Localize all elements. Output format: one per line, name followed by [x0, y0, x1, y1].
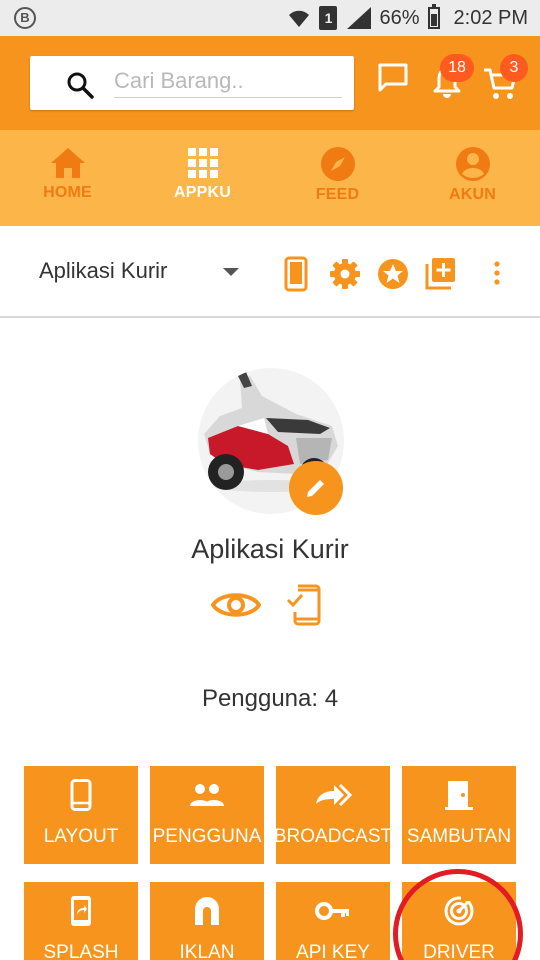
door-icon	[445, 781, 473, 810]
battery-icon	[427, 4, 440, 29]
tile-layout-label: LAYOUT	[43, 826, 119, 847]
star-icon[interactable]	[377, 258, 409, 290]
tile-sambutan-label: SAMBUTAN	[406, 826, 512, 847]
tile-broadcast-label: BROADCAST	[273, 826, 393, 847]
dropdown-caret-icon[interactable]	[223, 268, 239, 276]
nav-appku[interactable]: APPKU	[135, 130, 270, 226]
nav-appku-label: APPKU	[173, 184, 231, 201]
nav-home-label: HOME	[43, 184, 92, 201]
grid-apps-icon	[187, 148, 218, 178]
app-dropdown[interactable]: Aplikasi Kurir	[39, 258, 167, 284]
chat-icon[interactable]	[376, 60, 410, 94]
tile-iklan-label: IKLAN	[179, 942, 235, 960]
nav-feed[interactable]: FEED	[270, 130, 405, 226]
people-icon	[190, 784, 224, 806]
forward-arrows-icon	[316, 783, 352, 807]
pencil-icon	[307, 480, 324, 497]
settings-gear-icon[interactable]	[329, 258, 361, 290]
wifi-icon	[289, 10, 310, 27]
users-count: Pengguna: 4	[201, 685, 339, 712]
nav-home[interactable]: HOME	[0, 130, 135, 226]
account-icon	[455, 147, 490, 181]
signal-icon	[347, 7, 372, 29]
nav-akun-label: AKUN	[448, 186, 497, 203]
top-header: 18 3	[0, 36, 540, 130]
search-input[interactable]	[114, 64, 342, 98]
tile-sambutan[interactable]: SAMBUTAN	[402, 766, 516, 864]
edit-avatar-button[interactable]	[289, 461, 343, 515]
tile-broadcast[interactable]: BROADCAST	[273, 766, 393, 864]
tile-layout[interactable]: LAYOUT	[24, 766, 138, 864]
notifications-badge: 18	[440, 54, 474, 82]
app-title: Aplikasi Kurir	[191, 534, 349, 564]
tile-api-key[interactable]: API KEY	[276, 882, 390, 960]
phone-icon	[70, 779, 92, 811]
phone-check-icon[interactable]	[286, 584, 322, 626]
app-selector-bar: Aplikasi Kurir	[0, 226, 540, 318]
sim-icon: 1	[319, 6, 338, 30]
tile-splash[interactable]: SPLASH	[24, 882, 138, 960]
tile-api-key-label: API KEY	[296, 942, 370, 960]
phone-preview-icon[interactable]	[284, 256, 308, 292]
compass-icon	[320, 147, 355, 181]
tile-splash-label: SPLASH	[43, 942, 119, 960]
notification-b-icon: B	[14, 7, 36, 29]
key-icon	[315, 902, 349, 920]
ad-icon	[195, 897, 219, 925]
add-library-icon[interactable]	[425, 256, 457, 290]
main-nav: HOME APPKU FEED AKUN	[0, 130, 540, 226]
tile-pengguna[interactable]: PENGGUNA	[150, 766, 264, 864]
tile-iklan[interactable]: IKLAN	[150, 882, 264, 960]
phone-forward-icon	[71, 896, 91, 926]
nav-akun[interactable]: AKUN	[405, 130, 540, 226]
more-vert-icon[interactable]	[493, 260, 501, 286]
tile-pengguna-label: PENGGUNA	[152, 826, 262, 847]
search-box[interactable]	[30, 56, 354, 110]
eye-icon[interactable]	[211, 588, 261, 622]
status-bar: B 1 66% 2:02 PM	[0, 0, 540, 36]
search-icon	[67, 72, 94, 99]
cart-badge: 3	[500, 54, 528, 82]
battery-percent: 66%	[379, 6, 420, 29]
clock: 2:02 PM	[453, 6, 528, 29]
nav-feed-label: FEED	[315, 186, 360, 203]
home-icon	[50, 148, 85, 178]
